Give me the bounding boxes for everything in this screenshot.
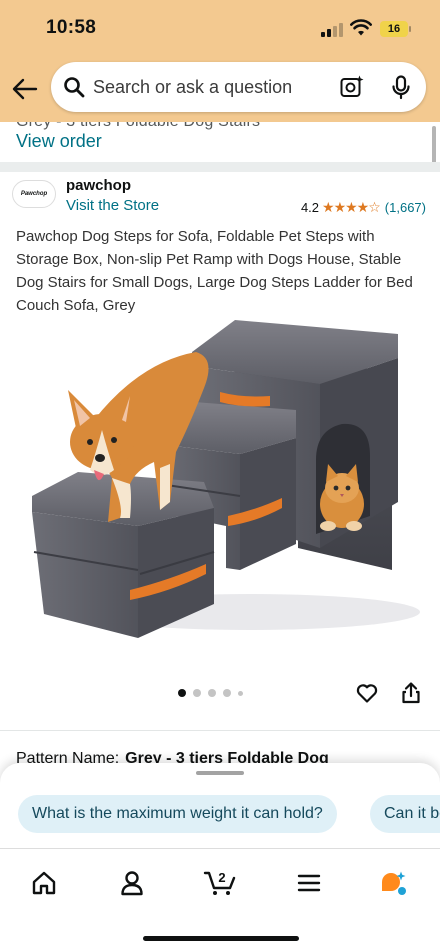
brand-logo[interactable]: Pawchop [12,180,56,208]
status-time: 10:58 [46,17,97,38]
rating-summary[interactable]: 4.2 ★★★★☆ (1,667) [301,199,426,216]
order-notice: Grey - 3 tiers Foldable Dog Stairs View … [0,122,440,162]
microphone-icon[interactable] [388,74,414,100]
brand-name[interactable]: pawchop [66,177,131,194]
heart-icon[interactable] [355,681,379,705]
pager-dot[interactable] [193,689,201,697]
section-divider [0,162,440,172]
account-icon[interactable] [118,869,146,897]
suggested-question-chip[interactable]: Can it be [370,795,440,833]
review-count[interactable]: (1,667) [385,200,426,215]
visit-store-link[interactable]: Visit the Store [66,197,159,214]
pager-dot[interactable] [238,690,243,696]
section-divider [0,730,440,731]
home-indicator [143,936,299,941]
rufus-icon[interactable] [379,869,407,897]
sheet-handle[interactable] [196,771,244,775]
cellular-signal-icon [321,23,343,37]
battery-level: 16 [387,23,401,35]
menu-icon[interactable] [295,869,323,897]
wifi-icon [350,19,372,36]
order-item-text: Grey - 3 tiers Foldable Dog Stairs [16,122,260,131]
product-title: Pawchop Dog Steps for Sofa, Foldable Pet… [16,228,413,314]
search-input[interactable]: Search or ask a question [93,77,292,98]
view-order-link[interactable]: View order [16,131,102,152]
scroll-indicator [432,126,436,162]
search-bar[interactable]: Search or ask a question [51,62,426,112]
search-icon [64,77,85,98]
share-icon[interactable] [399,681,423,705]
home-icon[interactable] [30,869,58,897]
image-pager[interactable] [178,689,250,697]
pager-dot[interactable] [223,689,231,697]
star-rating-icon: ★★★★☆ [322,199,381,215]
battery-icon: 16 [380,21,411,37]
status-bar: 10:58 16 [0,0,440,56]
product-image[interactable] [20,312,420,652]
arrow-left-icon[interactable] [10,74,40,104]
rating-value: 4.2 [300,200,320,215]
cart-icon[interactable]: 2 [203,869,237,897]
camera-lens-icon[interactable] [339,74,365,100]
cart-count: 2 [218,870,225,885]
header: 10:58 16 Search or ask a question [0,0,440,122]
pager-dot[interactable] [178,689,186,697]
pager-dot[interactable] [208,689,216,697]
suggested-question-chip[interactable]: What is the maximum weight it can hold? [18,795,337,833]
